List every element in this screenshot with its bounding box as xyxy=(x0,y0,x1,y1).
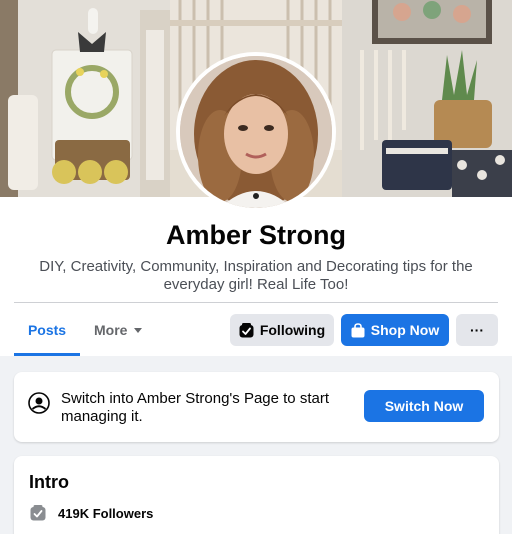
tab-active-indicator xyxy=(14,353,80,356)
followers-count[interactable]: 419K Followers xyxy=(58,506,153,521)
shopping-bag-icon xyxy=(351,322,365,338)
switch-now-button[interactable]: Switch Now xyxy=(364,390,484,422)
avatar[interactable] xyxy=(180,56,332,208)
page-bio: DIY, Creativity, Community, Inspiration … xyxy=(39,258,473,293)
intro-title: Intro xyxy=(29,472,69,492)
following-button-label: Following xyxy=(259,322,326,338)
page-title: Amber Strong xyxy=(165,220,346,250)
switch-page-text: Switch into Amber Strong's Page to start… xyxy=(61,390,329,425)
following-check-icon xyxy=(239,322,254,338)
tab-posts-label: Posts xyxy=(27,322,67,338)
more-options-button[interactable]: ··· xyxy=(456,314,498,346)
profile-switch-icon xyxy=(28,392,50,414)
shop-now-button[interactable]: Shop Now xyxy=(341,314,449,346)
tab-more-label: More xyxy=(94,322,128,338)
following-button[interactable]: Following xyxy=(230,314,334,346)
more-options-label: ··· xyxy=(470,322,484,338)
switch-page-card: Switch into Amber Strong's Page to start… xyxy=(14,372,499,442)
caret-down-icon xyxy=(134,328,143,333)
shop-now-button-label: Shop Now xyxy=(370,322,440,338)
cover-photo-right-panel xyxy=(342,0,512,197)
tab-posts[interactable]: Posts xyxy=(14,312,80,356)
intro-card: Intro 419K Followers xyxy=(14,456,499,534)
header-divider xyxy=(14,302,498,303)
cover-photo-left-panel xyxy=(0,0,170,197)
page-header: Amber Strong DIY, Creativity, Community,… xyxy=(0,0,512,356)
tab-more[interactable]: More xyxy=(94,312,143,356)
followers-check-icon xyxy=(30,505,46,521)
